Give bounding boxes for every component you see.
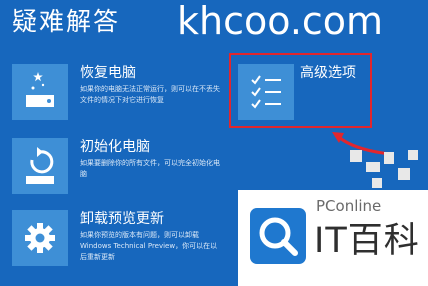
noise-block xyxy=(398,168,410,180)
option-description: 如果你的电脑无法正常运行，则可以在不丢失文件的情况下对它进行恢复 xyxy=(80,85,220,104)
restore-icon xyxy=(12,64,68,120)
option-title: 初始化电脑 xyxy=(80,139,150,155)
page-title: 疑难解答 xyxy=(12,7,121,36)
option-description: 如果你预览的版本有问题，则可以卸载 Windows Technical Prev… xyxy=(80,231,218,261)
reset-icon xyxy=(12,138,68,194)
noise-block xyxy=(366,162,380,172)
noise-block xyxy=(408,150,418,160)
highlight-box xyxy=(229,53,372,128)
noise-block xyxy=(372,178,382,188)
site-logo: PConline IT百科 xyxy=(238,190,428,286)
magnifier-icon xyxy=(250,208,306,264)
noise-block xyxy=(384,152,394,164)
option-title: 恢复电脑 xyxy=(80,65,136,81)
option-title: 卸载预览更新 xyxy=(80,211,164,227)
noise-block xyxy=(350,150,362,162)
option-description: 如果要删除你的所有文件，可以完全初始化电脑 xyxy=(80,159,220,178)
gear-icon xyxy=(12,210,68,266)
logo-name: IT百科 xyxy=(314,221,420,261)
watermark-text: khcoo.com xyxy=(177,0,384,43)
logo-brand: PConline xyxy=(316,197,382,215)
